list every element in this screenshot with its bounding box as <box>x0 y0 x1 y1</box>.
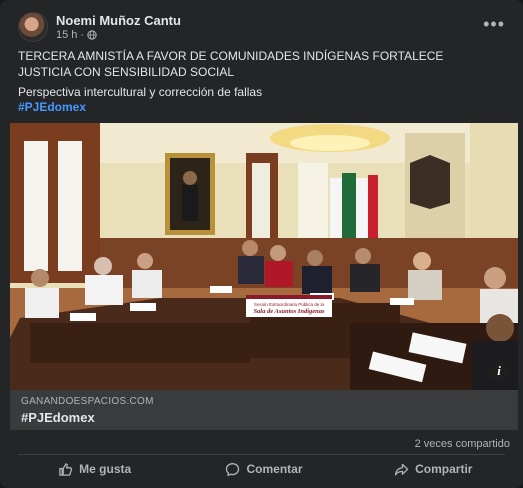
more-icon[interactable]: ••• <box>483 14 505 34</box>
divider <box>18 454 505 455</box>
action-bar: Me gusta Comentar Compartir <box>10 458 518 480</box>
share-icon <box>394 463 409 476</box>
info-icon[interactable]: i <box>488 360 510 382</box>
share-button[interactable]: Compartir <box>349 458 518 480</box>
comment-label: Comentar <box>246 462 303 476</box>
comment-icon <box>226 462 240 476</box>
post-text: TERCERA AMNISTÍA A FAVOR DE COMUNIDADES … <box>18 49 444 79</box>
post-time[interactable]: 15 h <box>56 29 77 41</box>
like-button[interactable]: Me gusta <box>10 458 179 480</box>
banner-line2: Sala de Asuntos Indígenas <box>253 308 325 315</box>
post-hashtag[interactable]: #PJEdomex <box>18 100 86 114</box>
share-label: Compartir <box>415 462 473 476</box>
share-count[interactable]: 2 veces compartido <box>415 438 510 450</box>
post-card: Noemi Muñoz Cantu 15 h · ••• TERCERA AMN… <box>0 0 523 488</box>
photo-scene: Sesión Extraordinaria Pública de la Sala… <box>10 123 518 390</box>
like-icon <box>59 462 73 476</box>
link-title[interactable]: #PJEdomex <box>21 410 95 425</box>
link-domain: GANANDOESPACIOS.COM <box>21 396 154 407</box>
avatar[interactable] <box>18 12 48 42</box>
meta-separator: · <box>80 29 85 41</box>
link-preview[interactable]: GANANDOESPACIOS.COM #PJEdomex <box>10 390 518 430</box>
globe-icon <box>87 30 97 40</box>
post-meta: 15 h · <box>56 29 181 41</box>
comment-button[interactable]: Comentar <box>179 458 348 480</box>
banner-line1: Sesión Extraordinaria Pública de la <box>254 302 325 307</box>
post-photo[interactable]: Sesión Extraordinaria Pública de la Sala… <box>10 123 518 390</box>
like-label: Me gusta <box>79 462 132 476</box>
author-name[interactable]: Noemi Muñoz Cantu <box>56 13 181 28</box>
more-options-button[interactable]: ••• <box>483 14 505 35</box>
author-block: Noemi Muñoz Cantu 15 h · <box>56 13 181 41</box>
post-header: Noemi Muñoz Cantu 15 h · <box>18 12 181 42</box>
post-subtitle: Perspectiva intercultural y corrección d… <box>18 85 263 99</box>
